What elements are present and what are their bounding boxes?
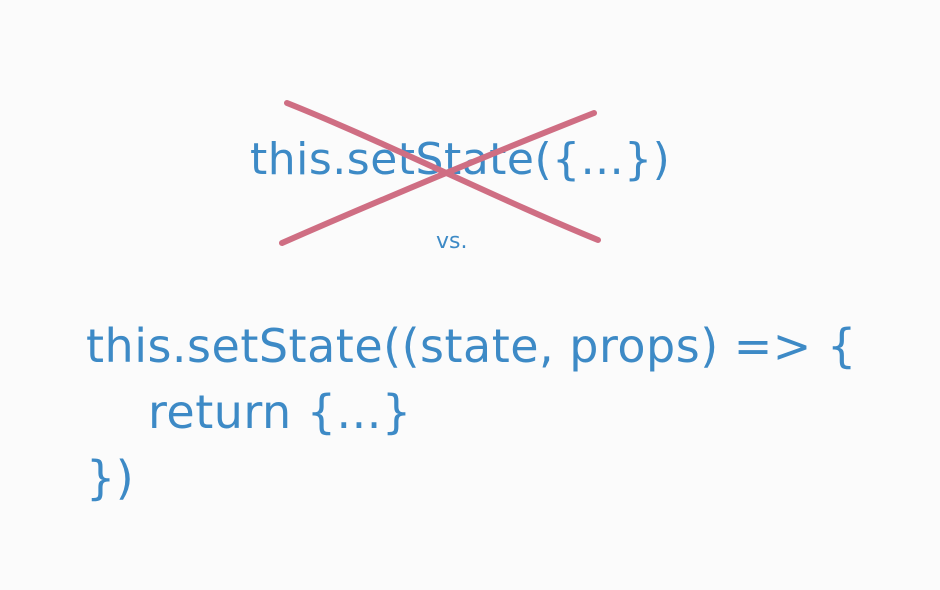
old-setstate-code: this.setState({...}) [250,134,671,185]
new-setstate-line-3: }) [86,451,135,505]
versus-label: vs. [436,229,468,254]
new-setstate-line-2: return {...} [148,385,412,439]
new-setstate-line-1: this.setState((state, props) => { [86,319,857,373]
cross-out-mark [279,100,601,246]
slide-canvas: this.setState({...}) vs. this.setState((… [0,0,940,590]
